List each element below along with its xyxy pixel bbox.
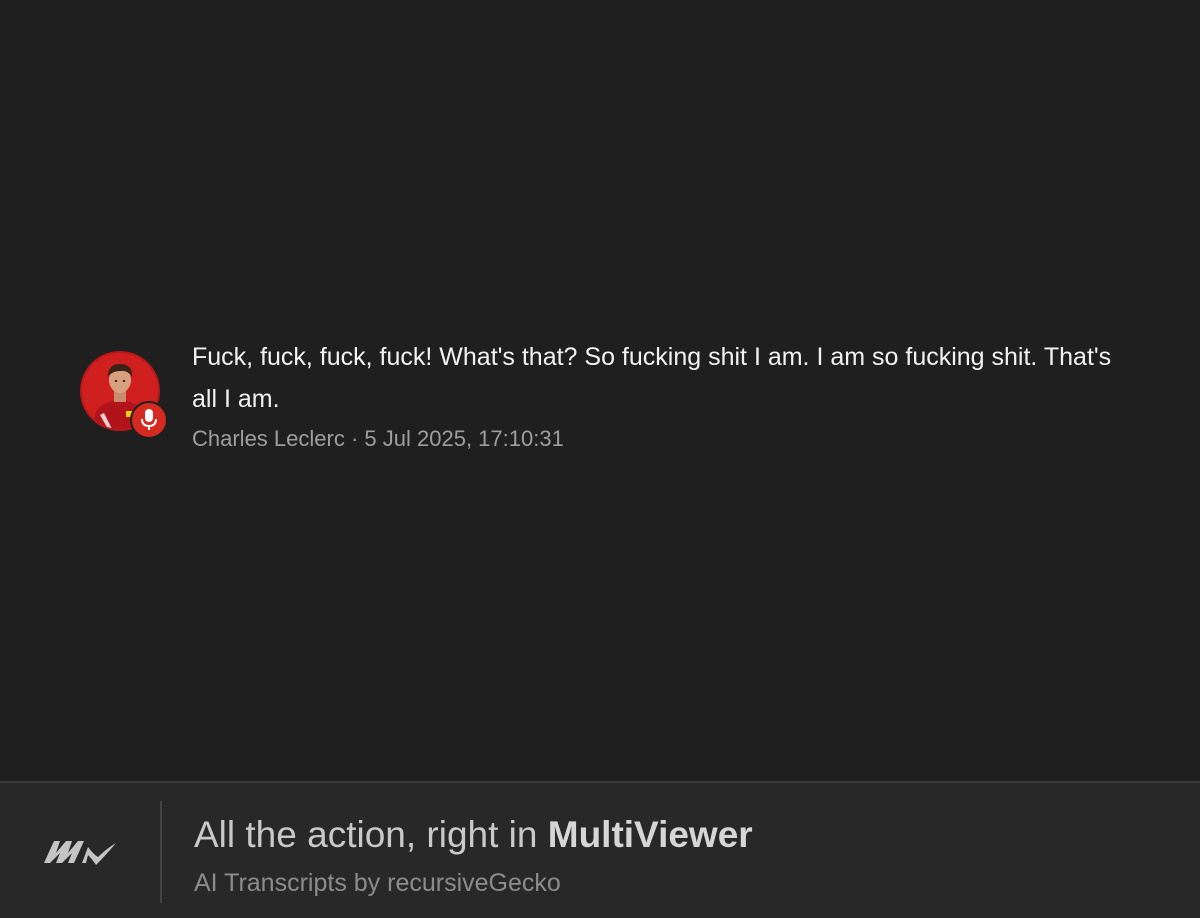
microphone-badge [130,401,168,439]
microphone-icon [141,409,157,430]
multiviewer-logo-icon [44,841,116,865]
app-window: Fuck, fuck, fuck, fuck! What's that? So … [0,0,1200,918]
footer-banner: All the action, right in MultiViewer AI … [0,781,1200,918]
transcript-message: Fuck, fuck, fuck, fuck! What's that? So … [192,343,1112,413]
footer-divider [160,801,162,903]
transcript-text-column: Fuck, fuck, fuck, fuck! What's that? So … [192,336,1140,454]
avatar-container [80,351,168,439]
meta-separator: · [350,426,359,451]
footer-headline: All the action, right in MultiViewer [194,813,753,857]
transcript-meta: Charles Leclerc · 5 Jul 2025, 17:10:31 [192,424,1140,454]
transcript-entry: Fuck, fuck, fuck, fuck! What's that? So … [80,336,1140,454]
headline-prefix: All the action, right in [194,814,548,855]
footer-subline: AI Transcripts by recursiveGecko [194,869,561,897]
headline-brand: MultiViewer [547,814,753,855]
timestamp: 5 Jul 2025, 17:10:31 [364,426,564,451]
speaker-name: Charles Leclerc [192,426,345,451]
